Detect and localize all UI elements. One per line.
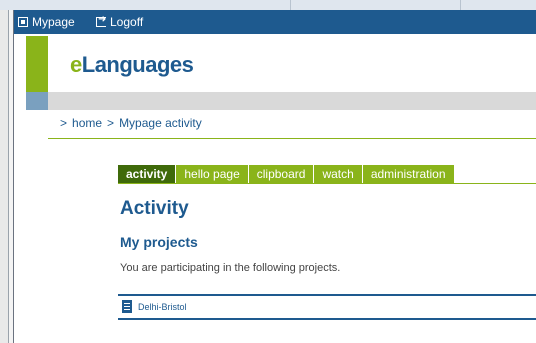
page-title: Activity (120, 198, 189, 219)
window-top-segment (0, 0, 291, 10)
breadcrumb: > home > Mypage activity (60, 116, 202, 130)
breadcrumb-separator: > (60, 116, 68, 130)
tab-activity[interactable]: activity (118, 165, 176, 183)
document-icon (122, 300, 132, 313)
projects-divider-bottom (118, 318, 536, 320)
breadcrumb-divider (48, 138, 536, 139)
window-left-frame (0, 10, 9, 343)
tab-administration[interactable]: administration (362, 165, 454, 183)
breadcrumb-home-link[interactable]: home (72, 116, 102, 130)
project-item[interactable]: Delhi-Bristol (122, 300, 187, 313)
mypage-label: Mypage (32, 15, 75, 29)
breadcrumb-current[interactable]: Mypage activity (119, 116, 202, 130)
tab-watch[interactable]: watch (314, 165, 362, 183)
projects-divider-top (118, 294, 536, 296)
brand-accent-bar-lower (26, 92, 48, 110)
logo-e: e (70, 52, 82, 77)
elanguages-logo[interactable]: eLanguages (70, 52, 194, 78)
project-label: Delhi-Bristol (138, 301, 187, 312)
breadcrumb-separator: > (107, 116, 115, 130)
tab-clipboard[interactable]: clipboard (248, 165, 314, 183)
tab-bar: activity hello page clipboard watch admi… (118, 165, 454, 183)
mypage-icon (18, 17, 28, 27)
logo-rest: Languages (81, 52, 194, 77)
window-top-frame (0, 0, 536, 10)
tab-hello-page[interactable]: hello page (176, 165, 248, 183)
tab-underline (118, 183, 536, 184)
window-top-segment (290, 0, 461, 10)
logoff-icon (96, 14, 106, 27)
logoff-link[interactable]: Logoff (96, 14, 144, 29)
mypage-link[interactable]: Mypage (18, 15, 75, 29)
logoff-label: Logoff (110, 15, 144, 29)
section-title: My projects (120, 234, 198, 250)
brand-accent-bar (26, 36, 48, 92)
header-divider-bar (48, 92, 536, 110)
intro-text: You are participating in the following p… (120, 262, 341, 274)
top-bar: Mypage Logoff (14, 10, 536, 34)
window-left-frame-inner (9, 10, 14, 343)
